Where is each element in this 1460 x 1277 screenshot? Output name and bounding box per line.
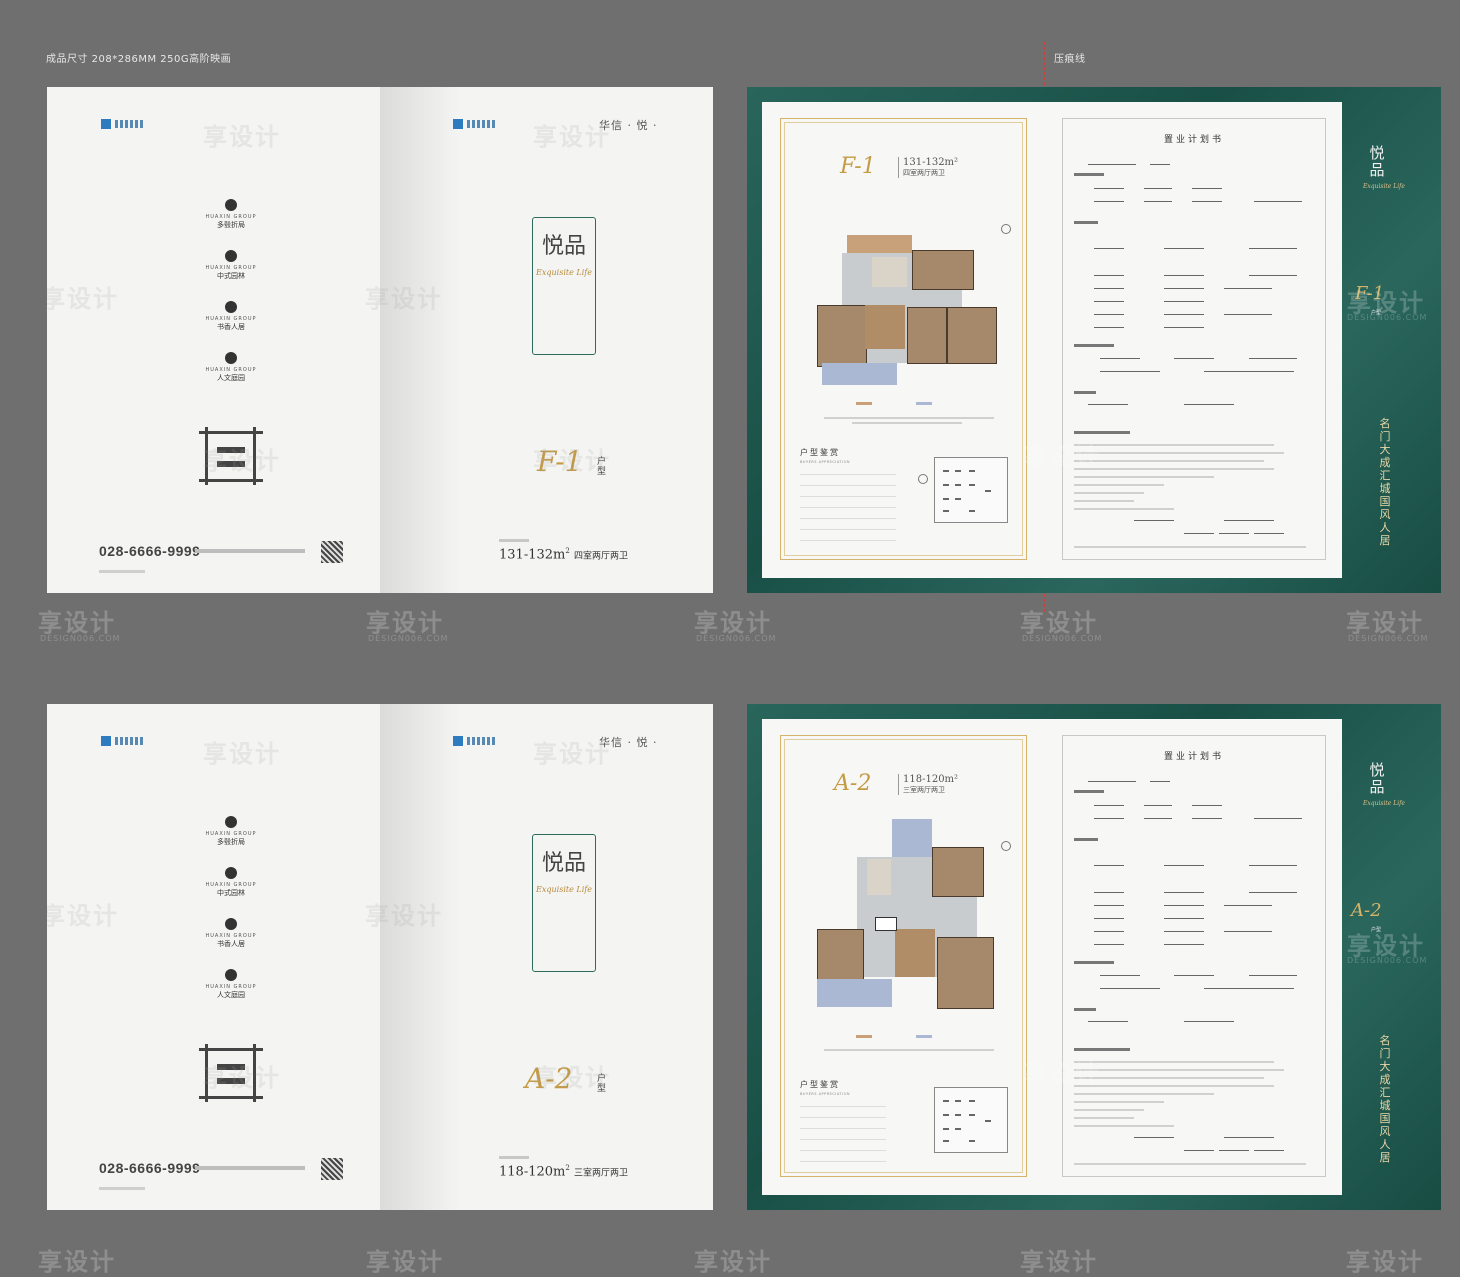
inner-spread-f1: F-1 131-132m² 四室两厅两卫 户型鉴赏 BUYERS APPRECIA… xyxy=(747,87,1441,593)
spec-label: 成品尺寸 208*286MM 250G高阶映画 xyxy=(46,54,232,65)
huxing-title: 户型鉴赏 xyxy=(800,1080,840,1089)
watermark-text: 享设计 xyxy=(38,609,116,637)
floorplan-page: A-2 118-120m² 三室两厅两卫 户型鉴赏 BUYERS APPRECIA… xyxy=(762,719,1044,1195)
floorplan-drawing xyxy=(817,819,997,1019)
purchase-plan-form: 置业计划书 xyxy=(1074,128,1314,548)
unit-area: 118-120m2 三室两厅两卫 xyxy=(499,1164,628,1180)
cover-spread-f1: 华信 · 悦 · HUAXIN GROUP 多毂折局 HUAXIN GROUP 中式… xyxy=(47,87,713,593)
feature-icon xyxy=(225,250,237,262)
hotline-number: 028-6666-9999 xyxy=(99,543,201,559)
company-logo xyxy=(101,119,143,129)
compass-small-icon xyxy=(918,474,928,484)
inner-spread-a2: A-2 118-120m² 三室两厅两卫 户型鉴赏 BUYERS APPRECIA… xyxy=(747,704,1441,1210)
floorplan-area: 118-120m² 三室两厅两卫 xyxy=(898,774,958,795)
feature-item: HUAXIN GROUP 书香人居 xyxy=(201,918,261,949)
floorplan-drawing xyxy=(817,235,997,390)
feature-item: HUAXIN GROUP 书香人居 xyxy=(201,301,261,332)
feature-icon xyxy=(225,867,237,879)
qr-code xyxy=(321,1158,343,1180)
company-logo xyxy=(101,736,143,746)
huxing-title: 户型鉴赏 xyxy=(800,448,840,457)
yuepin-badge: 悦品 Exquisite Life xyxy=(532,217,596,355)
feature-item: HUAXIN GROUP 中式园林 xyxy=(201,867,261,898)
form-title: 置业计划书 xyxy=(1163,135,1224,145)
cover-spread-a2: 华信 · 悦 · HUAXIN GROUP 多毂折局 HUAXIN GROUP 中式… xyxy=(47,704,713,1210)
feature-item: HUAXIN GROUP 人文庭园 xyxy=(201,352,261,383)
crease-label: 压痕线 xyxy=(1054,54,1086,65)
watermark-text: 享设计 xyxy=(366,609,444,637)
feature-item: HUAXIN GROUP 人文庭园 xyxy=(201,969,261,1000)
feature-icon xyxy=(225,816,237,828)
site-plan xyxy=(934,1087,1008,1153)
side-script: Exquisite Life xyxy=(1363,800,1405,807)
feature-item: HUAXIN GROUP 多毂折局 xyxy=(201,199,261,230)
feature-item: HUAXIN GROUP 中式园林 xyxy=(201,250,261,281)
floorplan-type-code: F-1 xyxy=(840,154,876,179)
calligraphy: 名门大成汇城国风人居 xyxy=(1379,1034,1391,1164)
side-title: 悦品 xyxy=(1369,761,1385,796)
floorplan-page: F-1 131-132m² 四室两厅两卫 户型鉴赏 BUYERS APPRECIA… xyxy=(762,102,1044,578)
watermark-text: 享设计 xyxy=(694,609,772,637)
hotline-number: 028-6666-9999 xyxy=(99,1160,201,1176)
purchase-plan-form: 置业计划书 xyxy=(1074,745,1314,1165)
compass-icon xyxy=(1001,224,1011,234)
qr-code xyxy=(321,541,343,563)
feature-item: HUAXIN GROUP 多毂折局 xyxy=(201,816,261,847)
side-type-code: A-2 xyxy=(1351,900,1382,921)
unit-area: 131-132m2 四室两厅两卫 xyxy=(499,547,628,563)
feature-icon xyxy=(225,352,237,364)
floorplan-area: 131-132m² 四室两厅两卫 xyxy=(898,157,958,178)
feature-icon xyxy=(225,969,237,981)
company-logo-right xyxy=(453,119,495,129)
watermark-text: 享设计 xyxy=(1346,609,1424,637)
form-title: 置业计划书 xyxy=(1163,752,1224,762)
feature-icon xyxy=(225,918,237,930)
watermark-text: 享设计 xyxy=(1020,609,1098,637)
site-plan xyxy=(934,457,1008,523)
feature-icon xyxy=(225,301,237,313)
plan-form-page: 置业计划书 xyxy=(1044,719,1342,1195)
floorplan-type-code: A-2 xyxy=(834,771,872,796)
compass-icon xyxy=(1001,841,1011,851)
feature-icon xyxy=(225,199,237,211)
side-script: Exquisite Life xyxy=(1363,183,1405,190)
calligraphy: 名门大成汇城国风人居 xyxy=(1379,417,1391,547)
company-logo-right xyxy=(453,736,495,746)
side-title: 悦品 xyxy=(1369,144,1385,179)
yuepin-badge: 悦品 Exquisite Life xyxy=(532,834,596,972)
plan-form-page: 置业计划书 xyxy=(1044,102,1342,578)
